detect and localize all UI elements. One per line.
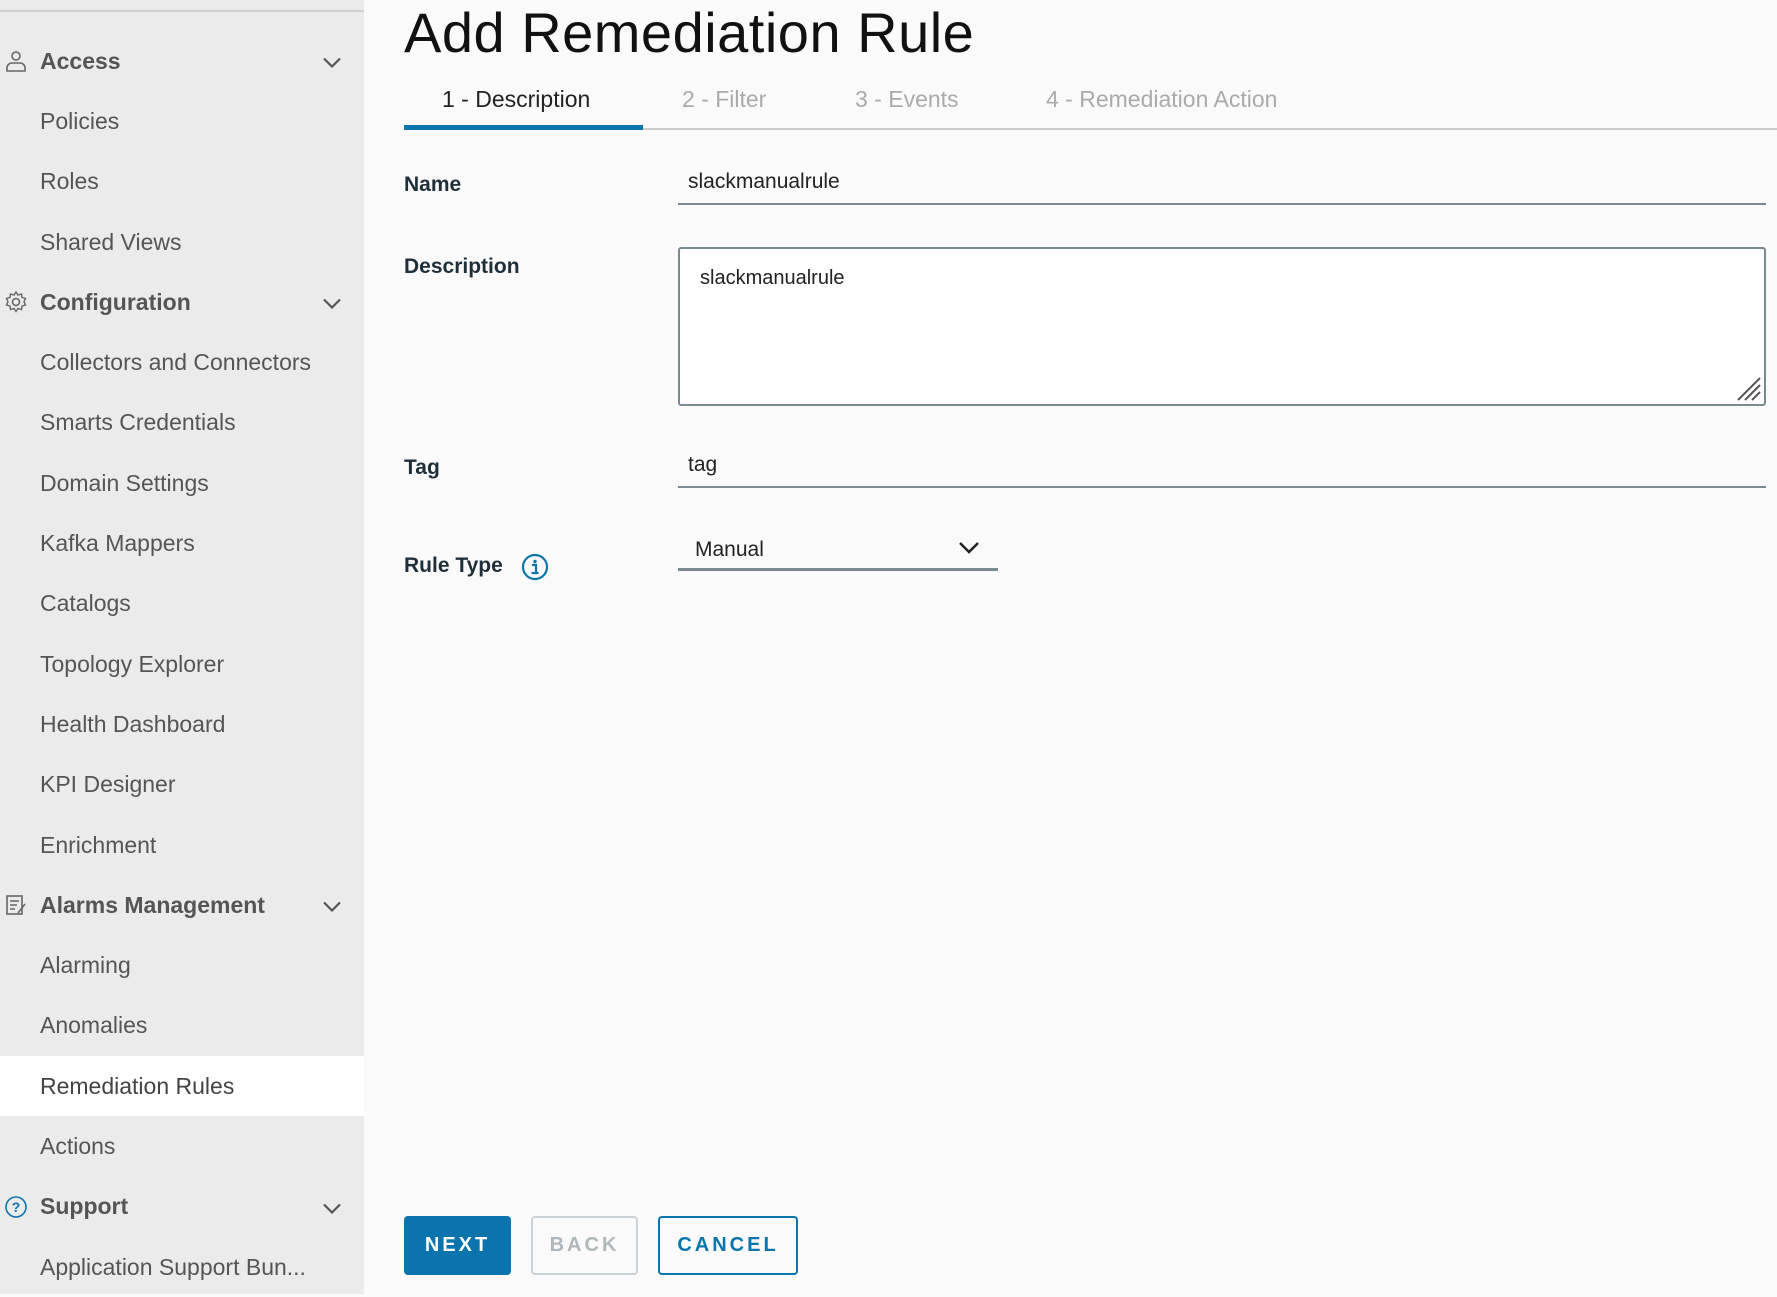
sidebar-nav: Access Policies Roles Shared Views Configura… — [0, 31, 364, 1297]
rule-type-value: Manual — [695, 538, 764, 561]
sidebar-item-label: Support — [40, 1193, 129, 1220]
sidebar-item-shared-views[interactable]: Shared Views — [0, 212, 364, 272]
sidebar-item-label: Kafka Mappers — [40, 530, 195, 557]
sidebar-item-actions[interactable]: Actions — [0, 1116, 364, 1176]
sidebar-item-label: Roles — [40, 168, 99, 195]
sidebar-item-label: Smarts Credentials — [40, 409, 236, 436]
sidebar-item-label: Alarms Management — [40, 891, 265, 918]
chevron-down-icon[interactable] — [322, 892, 342, 919]
page-title: Add Remediation Rule — [404, 1, 975, 64]
sidebar-item-roles[interactable]: Roles — [0, 152, 364, 212]
rule-type-label: Rule Type — [404, 554, 503, 577]
rule-type-select[interactable]: Manual — [678, 535, 998, 571]
cancel-button[interactable]: CANCEL — [658, 1216, 798, 1275]
name-label: Name — [404, 173, 462, 196]
sidebar-item-collectors-and-connectors[interactable]: Collectors and Connectors — [0, 332, 364, 392]
sidebar-item-alarming[interactable]: Alarming — [0, 935, 364, 995]
description-value: slackmanualrule — [700, 267, 845, 289]
sidebar-item-application-support-bun[interactable]: Application Support Bun... — [0, 1237, 364, 1297]
sidebar-item-label: Alarming — [40, 952, 131, 979]
sidebar-item-kafka-mappers[interactable]: Kafka Mappers — [0, 513, 364, 573]
chevron-down-icon[interactable] — [322, 1193, 342, 1220]
chevron-down-icon — [959, 542, 979, 554]
sidebar-item-policies[interactable]: Policies — [0, 91, 364, 151]
sidebar-item-label: Configuration — [40, 288, 191, 315]
chevron-down-icon[interactable] — [322, 289, 342, 316]
tab-filter[interactable]: 2 - Filter — [682, 86, 766, 113]
sidebar-item-label: Access — [40, 47, 121, 74]
description-textarea[interactable]: slackmanualrule — [678, 247, 1766, 406]
sidebar-item-label: Application Support Bun... — [40, 1253, 306, 1280]
sidebar-section-access[interactable]: Access — [0, 31, 364, 91]
sidebar-item-label: Remediation Rules — [40, 1072, 235, 1099]
tab-description[interactable]: 1 - Description — [442, 86, 590, 113]
clipboard-icon — [3, 892, 29, 918]
sidebar-item-domain-settings[interactable]: Domain Settings — [0, 453, 364, 513]
wizard-tabs: 1 - Description 2 - Filter 3 - Events 4 … — [404, 80, 1777, 130]
help-icon: ? — [3, 1194, 29, 1220]
sidebar-item-health-dashboard[interactable]: Health Dashboard — [0, 694, 364, 754]
sidebar-item-label: Actions — [40, 1132, 116, 1159]
tab-events[interactable]: 3 - Events — [855, 86, 959, 113]
sidebar-item-label: Topology Explorer — [40, 650, 225, 677]
back-button[interactable]: BACK — [531, 1216, 638, 1275]
sidebar-item-label: Policies — [40, 107, 120, 134]
sidebar-item-catalogs[interactable]: Catalogs — [0, 574, 364, 634]
sidebar-item-topology-explorer[interactable]: Topology Explorer — [0, 634, 364, 694]
sidebar-section-configuration[interactable]: Configuration — [0, 272, 364, 332]
name-input[interactable]: slackmanualrule — [678, 170, 1766, 205]
sidebar-item-kpi-designer[interactable]: KPI Designer — [0, 755, 364, 815]
sidebar-item-label: Domain Settings — [40, 469, 209, 496]
sidebar-item-anomalies[interactable]: Anomalies — [0, 996, 364, 1056]
sidebar-item-label: Shared Views — [40, 228, 182, 255]
description-label: Description — [404, 255, 520, 278]
divider — [0, 10, 364, 12]
chevron-down-icon[interactable] — [322, 48, 342, 75]
active-tab-indicator — [404, 125, 643, 130]
info-icon[interactable] — [521, 553, 549, 581]
sidebar-section-support[interactable]: ? Support — [0, 1177, 364, 1237]
svg-text:?: ? — [12, 1199, 21, 1215]
tag-label: Tag — [404, 456, 440, 479]
gear-icon — [3, 289, 29, 315]
sidebar-item-label: Anomalies — [40, 1012, 148, 1039]
sidebar-section-alarms-management[interactable]: Alarms Management — [0, 875, 364, 935]
sidebar-item-enrichment[interactable]: Enrichment — [0, 815, 364, 875]
tab-remediation-action[interactable]: 4 - Remediation Action — [1046, 86, 1277, 113]
user-icon — [3, 48, 29, 74]
tag-input[interactable]: tag — [678, 453, 1766, 488]
resize-handle-icon[interactable] — [1732, 372, 1762, 402]
sidebar-item-smarts-credentials[interactable]: Smarts Credentials — [0, 393, 364, 453]
sidebar-item-label: Collectors and Connectors — [40, 349, 312, 376]
sidebar: Access Policies Roles Shared Views Configura… — [0, 0, 364, 1294]
next-button[interactable]: NEXT — [404, 1216, 511, 1275]
sidebar-item-remediation-rules[interactable]: Remediation Rules — [0, 1056, 364, 1117]
sidebar-item-label: Catalogs — [40, 590, 131, 617]
sidebar-item-label: Enrichment — [40, 831, 157, 858]
sidebar-item-label: Health Dashboard — [40, 710, 226, 737]
sidebar-item-label: KPI Designer — [40, 771, 176, 798]
